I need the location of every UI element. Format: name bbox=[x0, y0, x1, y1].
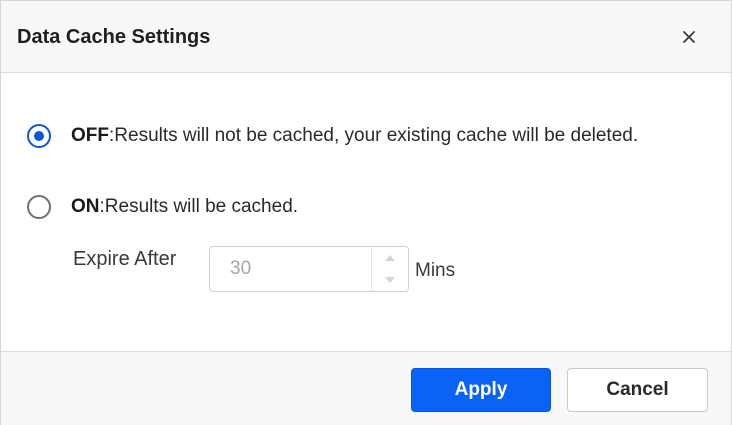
cancel-button[interactable]: Cancel bbox=[567, 368, 708, 412]
radio-on[interactable] bbox=[27, 195, 51, 219]
chevron-up-icon bbox=[385, 255, 395, 261]
chevron-down-icon bbox=[385, 277, 395, 283]
option-off-description: :Results will not be cached, your existi… bbox=[109, 125, 639, 146]
dialog-footer: Apply Cancel bbox=[1, 351, 731, 425]
option-off-text: OFF:Results will not be cached, your exi… bbox=[71, 124, 638, 148]
expire-after-label: Expire After bbox=[73, 248, 177, 270]
radio-off[interactable] bbox=[27, 124, 51, 148]
option-on[interactable]: ON:Results will be cached. bbox=[27, 195, 298, 219]
dialog-header: Data Cache Settings bbox=[1, 1, 731, 73]
option-on-text: ON:Results will be cached. bbox=[71, 195, 298, 219]
option-on-description: :Results will be cached. bbox=[99, 196, 299, 217]
option-on-key: ON bbox=[71, 196, 100, 217]
expire-row: Expire After 30 Mins bbox=[73, 246, 455, 292]
option-off[interactable]: OFF:Results will not be cached, your exi… bbox=[27, 124, 638, 148]
close-button[interactable] bbox=[671, 21, 707, 53]
apply-button[interactable]: Apply bbox=[411, 368, 551, 412]
data-cache-settings-dialog: Data Cache Settings OFF:Results will not… bbox=[0, 0, 732, 425]
spin-down-button[interactable] bbox=[372, 269, 408, 291]
expire-unit-label: Mins bbox=[415, 260, 456, 281]
option-off-key: OFF bbox=[71, 125, 109, 146]
expire-value[interactable]: 30 bbox=[230, 258, 251, 280]
dialog-body: OFF:Results will not be cached, your exi… bbox=[1, 73, 731, 351]
radio-selected-dot bbox=[34, 131, 44, 141]
spin-buttons bbox=[371, 247, 408, 291]
dialog-title: Data Cache Settings bbox=[17, 26, 211, 48]
expire-numeric-input[interactable]: 30 bbox=[209, 246, 409, 292]
spin-up-button[interactable] bbox=[372, 247, 408, 269]
close-icon bbox=[683, 31, 695, 43]
